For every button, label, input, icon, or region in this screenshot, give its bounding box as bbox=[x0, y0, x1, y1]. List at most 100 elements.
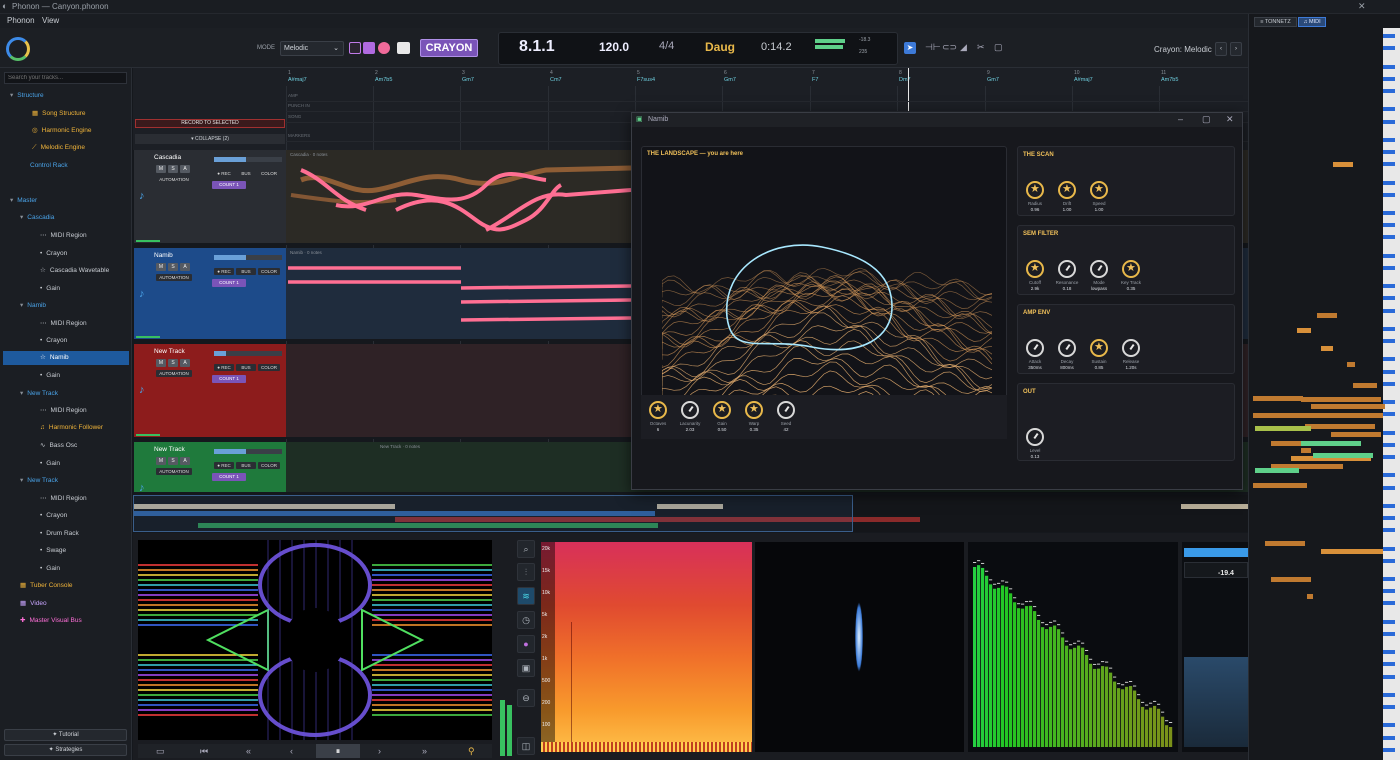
color-button[interactable]: COLOR bbox=[258, 268, 280, 275]
cut-tool-icon[interactable]: ✂ bbox=[977, 42, 985, 53]
frame-icon[interactable]: ▣ bbox=[517, 659, 535, 677]
midi-note[interactable] bbox=[1265, 541, 1305, 546]
knob[interactable] bbox=[1026, 428, 1044, 446]
chord-label[interactable]: A#maj7 bbox=[288, 77, 307, 83]
midi-note[interactable] bbox=[1341, 413, 1383, 418]
midi-note[interactable] bbox=[1301, 448, 1311, 453]
sidebar-item[interactable]: ▾ Master bbox=[10, 194, 37, 208]
count-button[interactable]: COUNT 1 bbox=[212, 279, 246, 287]
knob[interactable]: ★ bbox=[1058, 181, 1076, 199]
bus-button[interactable]: BUS bbox=[236, 364, 256, 371]
sidebar-item[interactable]: ⋯ MIDI Region bbox=[40, 492, 87, 506]
knob[interactable] bbox=[1090, 260, 1108, 278]
volume-fader[interactable] bbox=[214, 351, 282, 356]
midi-note[interactable] bbox=[1311, 404, 1385, 409]
color-button[interactable]: COLOR bbox=[258, 462, 280, 469]
sidebar-item[interactable]: ▾ New Track bbox=[20, 387, 58, 401]
chord-label[interactable]: F7 bbox=[812, 77, 818, 83]
sidebar-item[interactable]: • Crayon bbox=[40, 334, 67, 348]
knob[interactable] bbox=[1122, 339, 1140, 357]
sidebar-item[interactable]: • Gain bbox=[40, 369, 60, 383]
chord-label[interactable]: F7sus4 bbox=[637, 77, 655, 83]
pin-icon[interactable]: ⚲ bbox=[468, 746, 475, 757]
chord-label[interactable]: Gm7 bbox=[724, 77, 736, 83]
midi-note[interactable] bbox=[1253, 483, 1307, 488]
sidebar-item[interactable]: ▦ Tuber Console bbox=[20, 579, 73, 593]
piano-keyboard[interactable] bbox=[1383, 28, 1400, 760]
track-name[interactable]: Cascadia bbox=[154, 154, 181, 161]
sidebar-item[interactable]: • Gain bbox=[40, 282, 60, 296]
terrain-visualization[interactable] bbox=[662, 207, 992, 407]
count-button[interactable]: COUNT 1 bbox=[212, 181, 246, 189]
tab-tonnetz[interactable]: ≡ TONNETZ bbox=[1254, 17, 1297, 27]
chord-label[interactable]: Am7b5 bbox=[375, 77, 392, 83]
sidebar-item[interactable]: • Crayon bbox=[40, 247, 67, 261]
track-s-button[interactable]: S bbox=[168, 263, 178, 271]
track-s-button[interactable]: S bbox=[168, 165, 178, 173]
midi-note[interactable] bbox=[1331, 432, 1381, 437]
search-input[interactable] bbox=[4, 72, 127, 84]
midi-note[interactable] bbox=[1305, 424, 1375, 429]
wave-icon[interactable]: ≋ bbox=[517, 587, 535, 605]
rec-button[interactable]: ● REC bbox=[214, 268, 234, 275]
next-icon[interactable]: › bbox=[378, 746, 381, 756]
sidebar-item[interactable]: ♫ Harmonic Follower bbox=[40, 421, 103, 435]
menu-phonon[interactable]: Phonon bbox=[7, 16, 35, 25]
crayon-button[interactable]: CRAYON bbox=[420, 39, 478, 57]
plugin-titlebar[interactable]: ▣ Namib – ▢ ✕ bbox=[632, 113, 1242, 127]
sidebar-item[interactable]: ⋯ MIDI Region bbox=[40, 229, 87, 243]
overview-strip[interactable] bbox=[133, 495, 1248, 532]
minimize-icon[interactable]: – bbox=[1178, 114, 1183, 124]
eraser-icon[interactable] bbox=[397, 42, 410, 54]
track-name[interactable]: New Track bbox=[154, 446, 185, 453]
midi-note[interactable] bbox=[1301, 441, 1361, 446]
tab-midi[interactable]: ♫ MIDI bbox=[1298, 17, 1326, 27]
volume-fader[interactable] bbox=[214, 255, 282, 260]
skip-back-icon[interactable]: ⏮ bbox=[200, 746, 208, 757]
knob[interactable] bbox=[681, 401, 699, 419]
close-icon[interactable]: ✕ bbox=[1226, 114, 1234, 125]
knob[interactable]: ★ bbox=[1026, 260, 1044, 278]
menu-view[interactable]: View bbox=[42, 16, 59, 25]
track-m-button[interactable]: M bbox=[156, 359, 166, 367]
sidebar-item[interactable]: ▦ Video bbox=[20, 597, 47, 611]
sidebar-item[interactable]: ✚ Master Visual Bus bbox=[20, 614, 82, 628]
knob[interactable]: ★ bbox=[1026, 181, 1044, 199]
midi-note[interactable] bbox=[1361, 383, 1377, 388]
next-preset-button[interactable]: › bbox=[1230, 42, 1242, 56]
dot-medium-button[interactable] bbox=[363, 42, 375, 54]
knob[interactable]: ★ bbox=[1122, 260, 1140, 278]
sidebar-item[interactable]: ◎ Harmonic Engine bbox=[32, 124, 92, 138]
sidebar-item[interactable]: ▾ Namib bbox=[20, 299, 46, 313]
knob[interactable] bbox=[1026, 339, 1044, 357]
automation-button[interactable]: AUTOMATION bbox=[156, 274, 192, 281]
sidebar-item[interactable]: • Drum Rack bbox=[40, 527, 79, 541]
track-s-button[interactable]: S bbox=[168, 359, 178, 367]
lock-icon[interactable]: ◫ bbox=[517, 737, 535, 755]
midi-note[interactable] bbox=[1321, 346, 1333, 351]
midi-note[interactable] bbox=[1307, 594, 1313, 599]
midi-note[interactable] bbox=[1271, 577, 1311, 582]
rec-button[interactable]: ● REC bbox=[214, 364, 234, 371]
piano-roll-curves[interactable] bbox=[286, 150, 631, 495]
track-m-button[interactable]: M bbox=[156, 165, 166, 173]
chord-label[interactable]: Am7b5 bbox=[1161, 77, 1178, 83]
rec-button[interactable]: ● REC bbox=[214, 170, 234, 177]
loop-tool-icon[interactable]: ⊂⊃ bbox=[942, 42, 957, 53]
playhead[interactable] bbox=[908, 68, 909, 113]
tutorial-button[interactable]: ✦ Tutorial bbox=[4, 729, 127, 741]
automation-button[interactable]: AUTOMATION bbox=[156, 370, 192, 377]
track-a-button[interactable]: A bbox=[180, 359, 190, 367]
track-a-button[interactable]: A bbox=[180, 165, 190, 173]
knob[interactable] bbox=[1058, 339, 1076, 357]
sidebar-item[interactable]: ▾ Cascadia bbox=[20, 211, 54, 225]
track-s-button[interactable]: S bbox=[168, 457, 178, 465]
prev-icon[interactable]: ‹ bbox=[290, 746, 293, 756]
sidebar-item[interactable]: ▾ Structure bbox=[10, 89, 44, 103]
sidebar-item[interactable]: • Gain bbox=[40, 457, 60, 471]
knob[interactable] bbox=[777, 401, 795, 419]
sidebar-item[interactable]: ⋯ MIDI Region bbox=[40, 404, 87, 418]
volume-fader[interactable] bbox=[214, 157, 282, 162]
chord-label[interactable]: Gm7 bbox=[987, 77, 999, 83]
knob[interactable]: ★ bbox=[1090, 181, 1108, 199]
